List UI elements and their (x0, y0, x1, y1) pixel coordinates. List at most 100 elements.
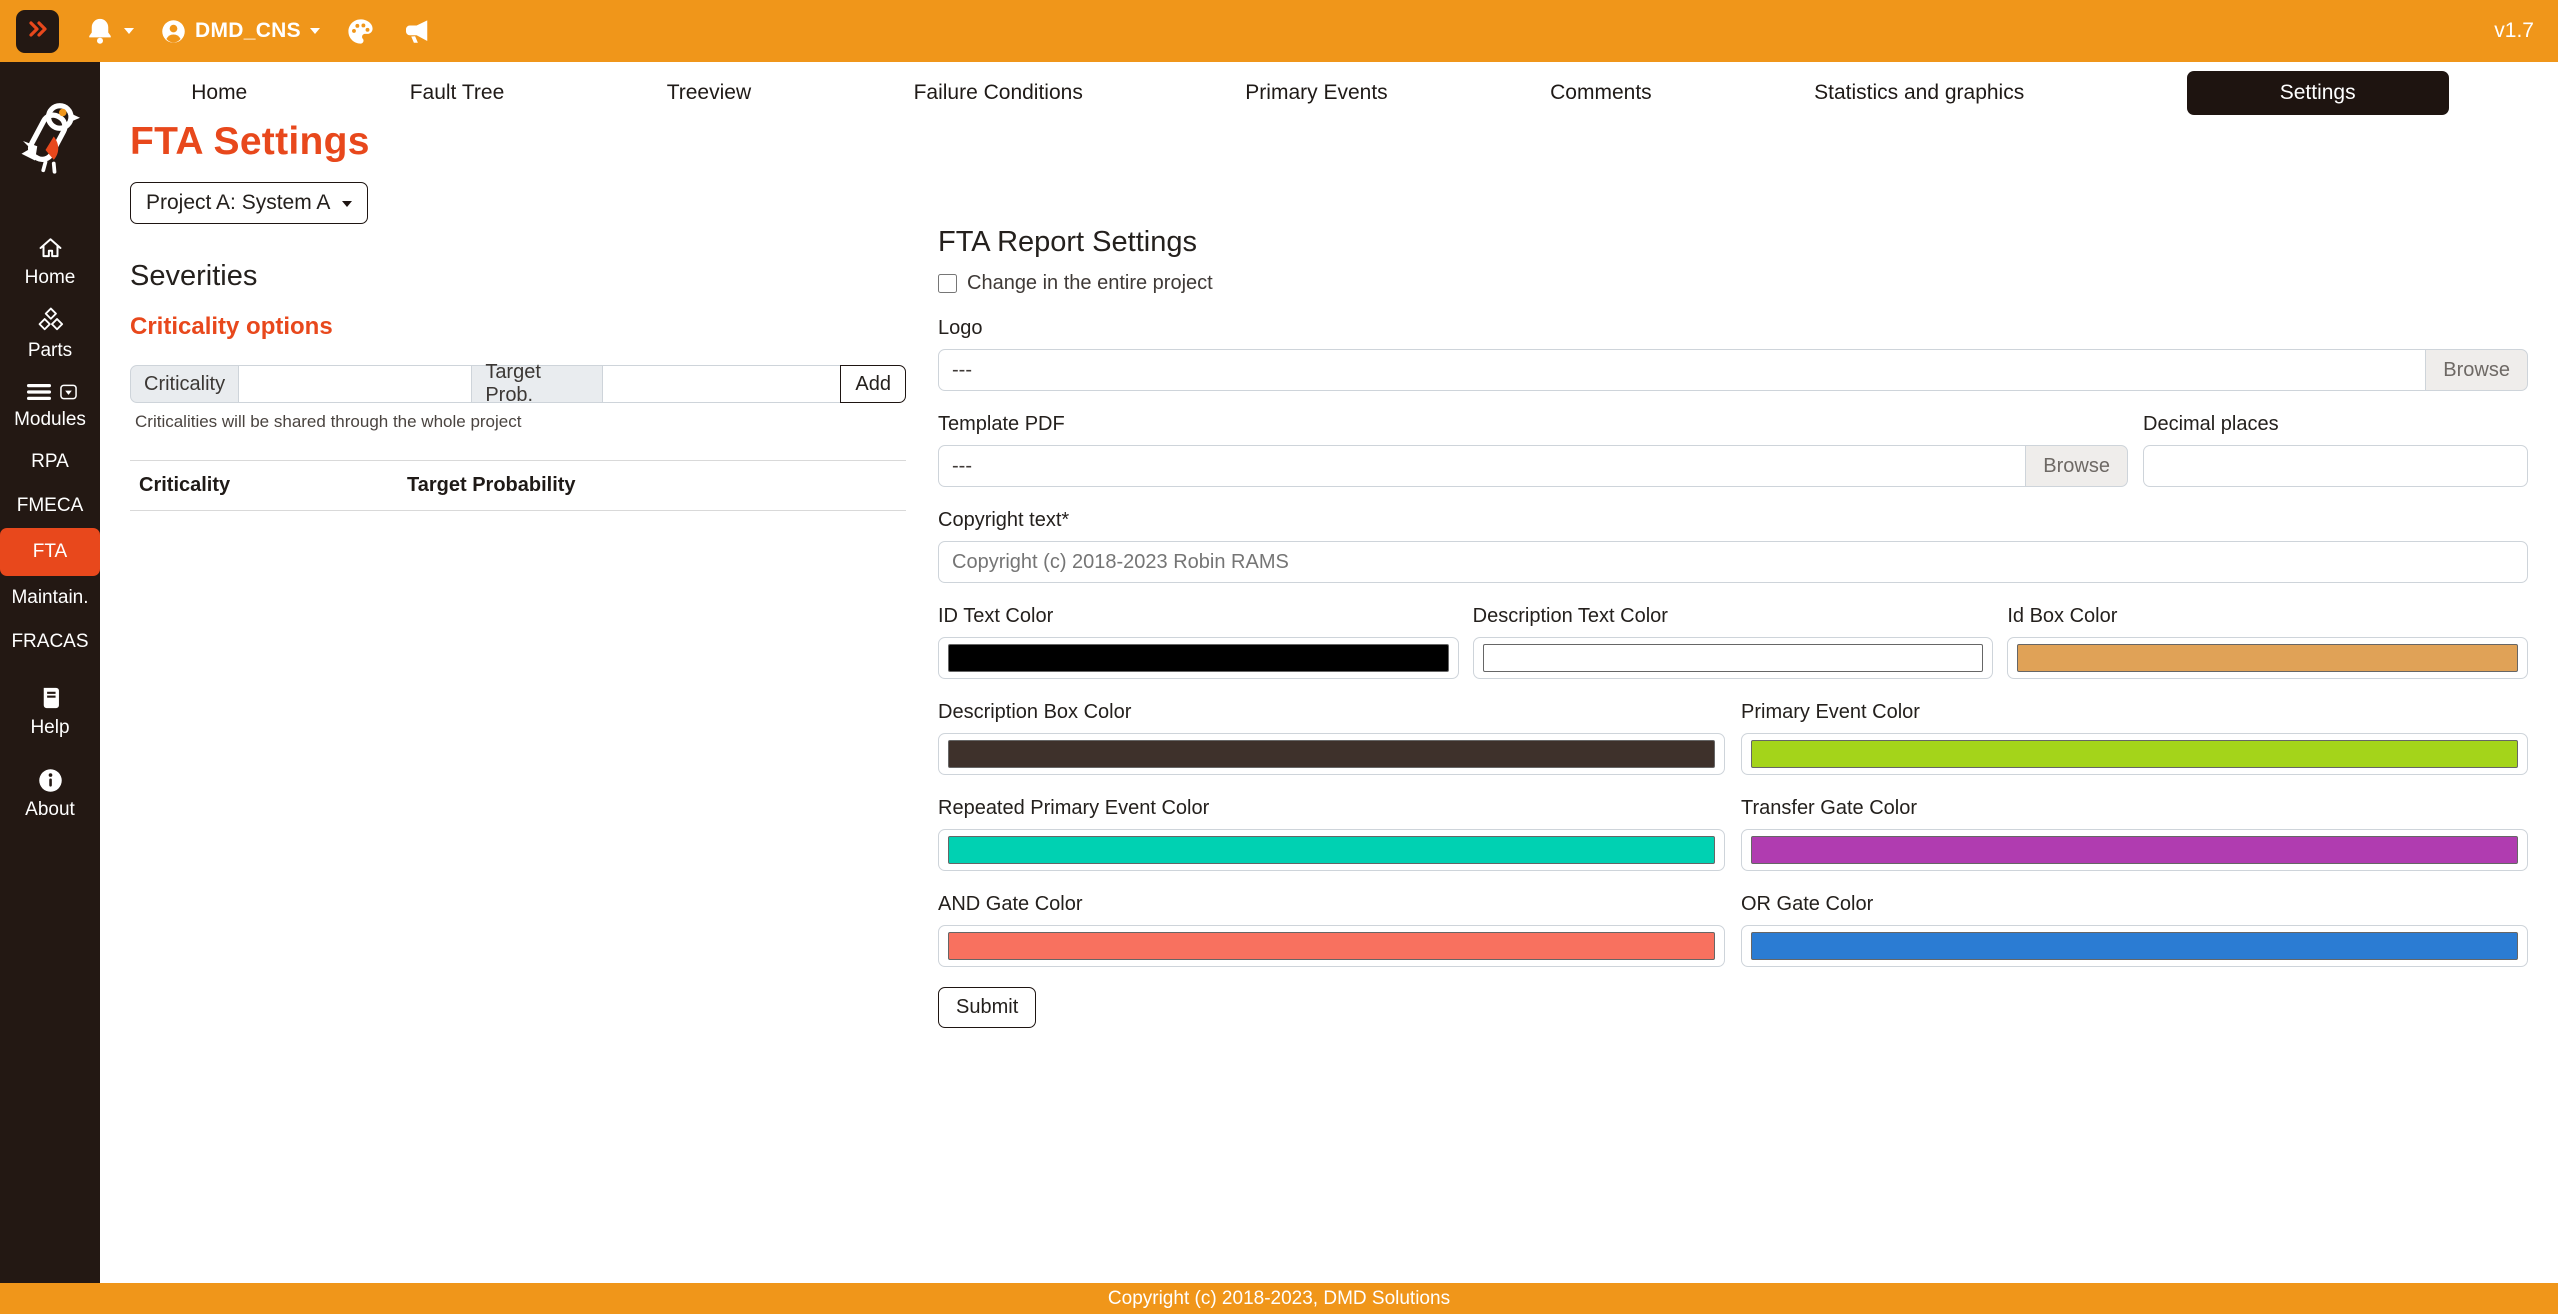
logo-label: Logo (938, 317, 2528, 340)
app-window: DMD_CNS v1.7 (0, 0, 2558, 1314)
description-box-color-picker[interactable] (938, 733, 1725, 775)
id-text-color-picker[interactable] (938, 637, 1459, 679)
logo-browse-button[interactable]: Browse (2425, 349, 2528, 391)
copyright-input[interactable] (938, 541, 2528, 583)
criticality-table: Criticality Target Probability (130, 460, 906, 511)
megaphone-icon (401, 16, 431, 46)
sidebar-item-label: FMECA (17, 495, 84, 517)
color-swatch (948, 740, 1715, 768)
top-bar: DMD_CNS v1.7 (0, 0, 2558, 62)
modules-icon (24, 380, 54, 404)
footer-copyright: Copyright (c) 2018-2023, DMD Solutions (1108, 1288, 1450, 1310)
modules-dropdown-icon (60, 384, 77, 400)
color-swatch (1483, 644, 1984, 672)
color-swatch (948, 932, 1715, 960)
info-circle-icon (37, 767, 64, 794)
target-prob-label: Target Prob. (471, 365, 602, 403)
sidebar-collapse-button[interactable] (16, 10, 59, 53)
sidebar-item-modules[interactable]: Modules (0, 371, 100, 440)
and-gate-color-label: AND Gate Color (938, 893, 1725, 916)
sidebar-item-fracas[interactable]: FRACAS (0, 620, 100, 664)
submit-button[interactable]: Submit (938, 987, 1036, 1028)
chevron-down-icon (342, 201, 352, 212)
sidebar-item-label: RPA (31, 451, 69, 473)
target-prob-input[interactable] (602, 365, 842, 403)
color-row-3: Repeated Primary Event Color Transfer Ga… (938, 797, 2528, 871)
repeated-primary-event-color-picker[interactable] (938, 829, 1725, 871)
theme-button[interactable] (346, 17, 375, 46)
sidebar-item-label: About (25, 799, 75, 821)
description-text-color-label: Description Text Color (1473, 605, 1994, 628)
primary-event-color-picker[interactable] (1741, 733, 2528, 775)
copyright-field: Copyright text* (938, 509, 2528, 583)
sidebar-item-label: Parts (28, 340, 72, 362)
sidebar-item-parts[interactable]: Parts (0, 298, 100, 371)
transfer-gate-color-field: Transfer Gate Color (1741, 797, 2528, 871)
tab-treeview[interactable]: Treeview (667, 81, 751, 105)
tab-fault-tree[interactable]: Fault Tree (410, 81, 505, 105)
template-pdf-field: Template PDF --- Browse (938, 413, 2128, 487)
chevron-double-right-icon (26, 19, 50, 43)
tab-primary-events[interactable]: Primary Events (1245, 81, 1387, 105)
announcements-button[interactable] (401, 16, 431, 46)
user-menu[interactable]: DMD_CNS (160, 18, 320, 45)
project-selector-dropdown[interactable]: Project A: System A (130, 182, 368, 224)
template-pdf-browse-button[interactable]: Browse (2025, 445, 2128, 487)
sidebar-item-home[interactable]: Home (0, 225, 100, 298)
entire-project-checkbox-label: Change in the entire project (967, 272, 1213, 295)
and-gate-color-picker[interactable] (938, 925, 1725, 967)
report-settings-panel: FTA Report Settings Change in the entire… (938, 226, 2528, 1028)
column-header-target-probability: Target Probability (398, 461, 906, 511)
sidebar-item-fmeca[interactable]: FMECA (0, 484, 100, 528)
sidebar-item-maintain[interactable]: Maintain. (0, 576, 100, 620)
decimal-places-input[interactable] (2143, 445, 2528, 487)
sidebar-item-about[interactable]: About (0, 758, 100, 830)
tab-failure-conditions[interactable]: Failure Conditions (914, 81, 1083, 105)
color-row-1: ID Text Color Description Text Color (938, 605, 2528, 679)
description-box-color-field: Description Box Color (938, 701, 1725, 775)
id-box-color-field: Id Box Color (2007, 605, 2528, 679)
fta-tab-bar: Home Fault Tree Treeview Failure Conditi… (100, 62, 2558, 118)
bell-icon (85, 16, 115, 46)
template-pdf-file-input[interactable]: --- (938, 445, 2026, 487)
repeated-primary-event-color-field: Repeated Primary Event Color (938, 797, 1725, 871)
template-pdf-label: Template PDF (938, 413, 2128, 436)
sidebar-item-rpa[interactable]: RPA (0, 440, 100, 484)
project-selector-label: Project A: System A (146, 191, 330, 215)
primary-event-color-field: Primary Event Color (1741, 701, 2528, 775)
add-button[interactable]: Add (840, 365, 906, 403)
sidebar-item-fta[interactable]: FTA (0, 528, 100, 576)
criticality-input[interactable] (238, 365, 472, 403)
color-swatch (1751, 740, 2518, 768)
transfer-gate-color-picker[interactable] (1741, 829, 2528, 871)
palette-icon (346, 17, 375, 46)
report-settings-heading: FTA Report Settings (938, 226, 2528, 259)
tab-settings[interactable]: Settings (2187, 71, 2449, 115)
notifications-menu[interactable] (85, 16, 134, 46)
primary-event-color-label: Primary Event Color (1741, 701, 2528, 724)
content-region: FTA Settings Project A: System A Severit… (100, 118, 2558, 1283)
tab-statistics-and-graphics[interactable]: Statistics and graphics (1814, 81, 2024, 105)
sidebar-item-help[interactable]: Help (0, 676, 100, 748)
description-text-color-picker[interactable] (1473, 637, 1994, 679)
middle-region: Home Parts (0, 62, 2558, 1283)
chevron-down-icon (124, 28, 134, 39)
logo-file-input[interactable]: --- (938, 349, 2426, 391)
copyright-label: Copyright text* (938, 509, 2528, 532)
id-box-color-picker[interactable] (2007, 637, 2528, 679)
criticality-options-heading: Criticality options (130, 313, 906, 341)
robin-logo[interactable] (17, 96, 83, 179)
help-book-icon (36, 685, 65, 712)
or-gate-color-label: OR Gate Color (1741, 893, 2528, 916)
home-icon (35, 234, 66, 262)
or-gate-color-picker[interactable] (1741, 925, 2528, 967)
tab-comments[interactable]: Comments (1550, 81, 1652, 105)
id-box-color-label: Id Box Color (2007, 605, 2528, 628)
tab-home[interactable]: Home (191, 81, 247, 105)
sidebar-item-label: FTA (33, 541, 67, 563)
color-row-2: Description Box Color Primary Event Colo… (938, 701, 2528, 775)
chevron-down-icon (310, 28, 320, 39)
sidebar-item-label: FRACAS (11, 631, 88, 653)
entire-project-checkbox[interactable] (938, 274, 957, 293)
color-swatch (948, 644, 1449, 672)
